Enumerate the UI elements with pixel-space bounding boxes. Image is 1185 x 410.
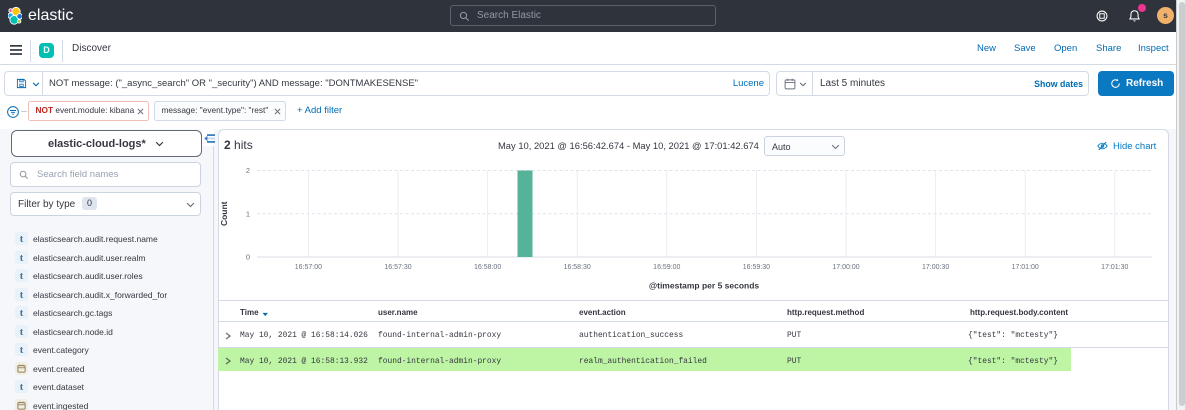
svg-text:17:01:30: 17:01:30 — [1101, 264, 1128, 271]
svg-text:@timestamp per 5 seconds: @timestamp per 5 seconds — [649, 281, 760, 291]
svg-text:16:59:30: 16:59:30 — [743, 264, 770, 271]
svg-text:1: 1 — [246, 209, 250, 218]
svg-text:Count: Count — [219, 201, 229, 226]
svg-text:17:00:30: 17:00:30 — [922, 264, 949, 271]
svg-text:17:00:00: 17:00:00 — [832, 264, 859, 271]
svg-text:16:57:30: 16:57:30 — [384, 264, 411, 271]
svg-text:17:01:00: 17:01:00 — [1012, 264, 1039, 271]
svg-text:2: 2 — [246, 166, 250, 175]
svg-text:0: 0 — [246, 253, 250, 262]
svg-text:16:58:30: 16:58:30 — [564, 264, 591, 271]
svg-text:16:59:00: 16:59:00 — [653, 264, 680, 271]
svg-text:16:58:00: 16:58:00 — [474, 264, 501, 271]
svg-text:16:57:00: 16:57:00 — [295, 264, 322, 271]
